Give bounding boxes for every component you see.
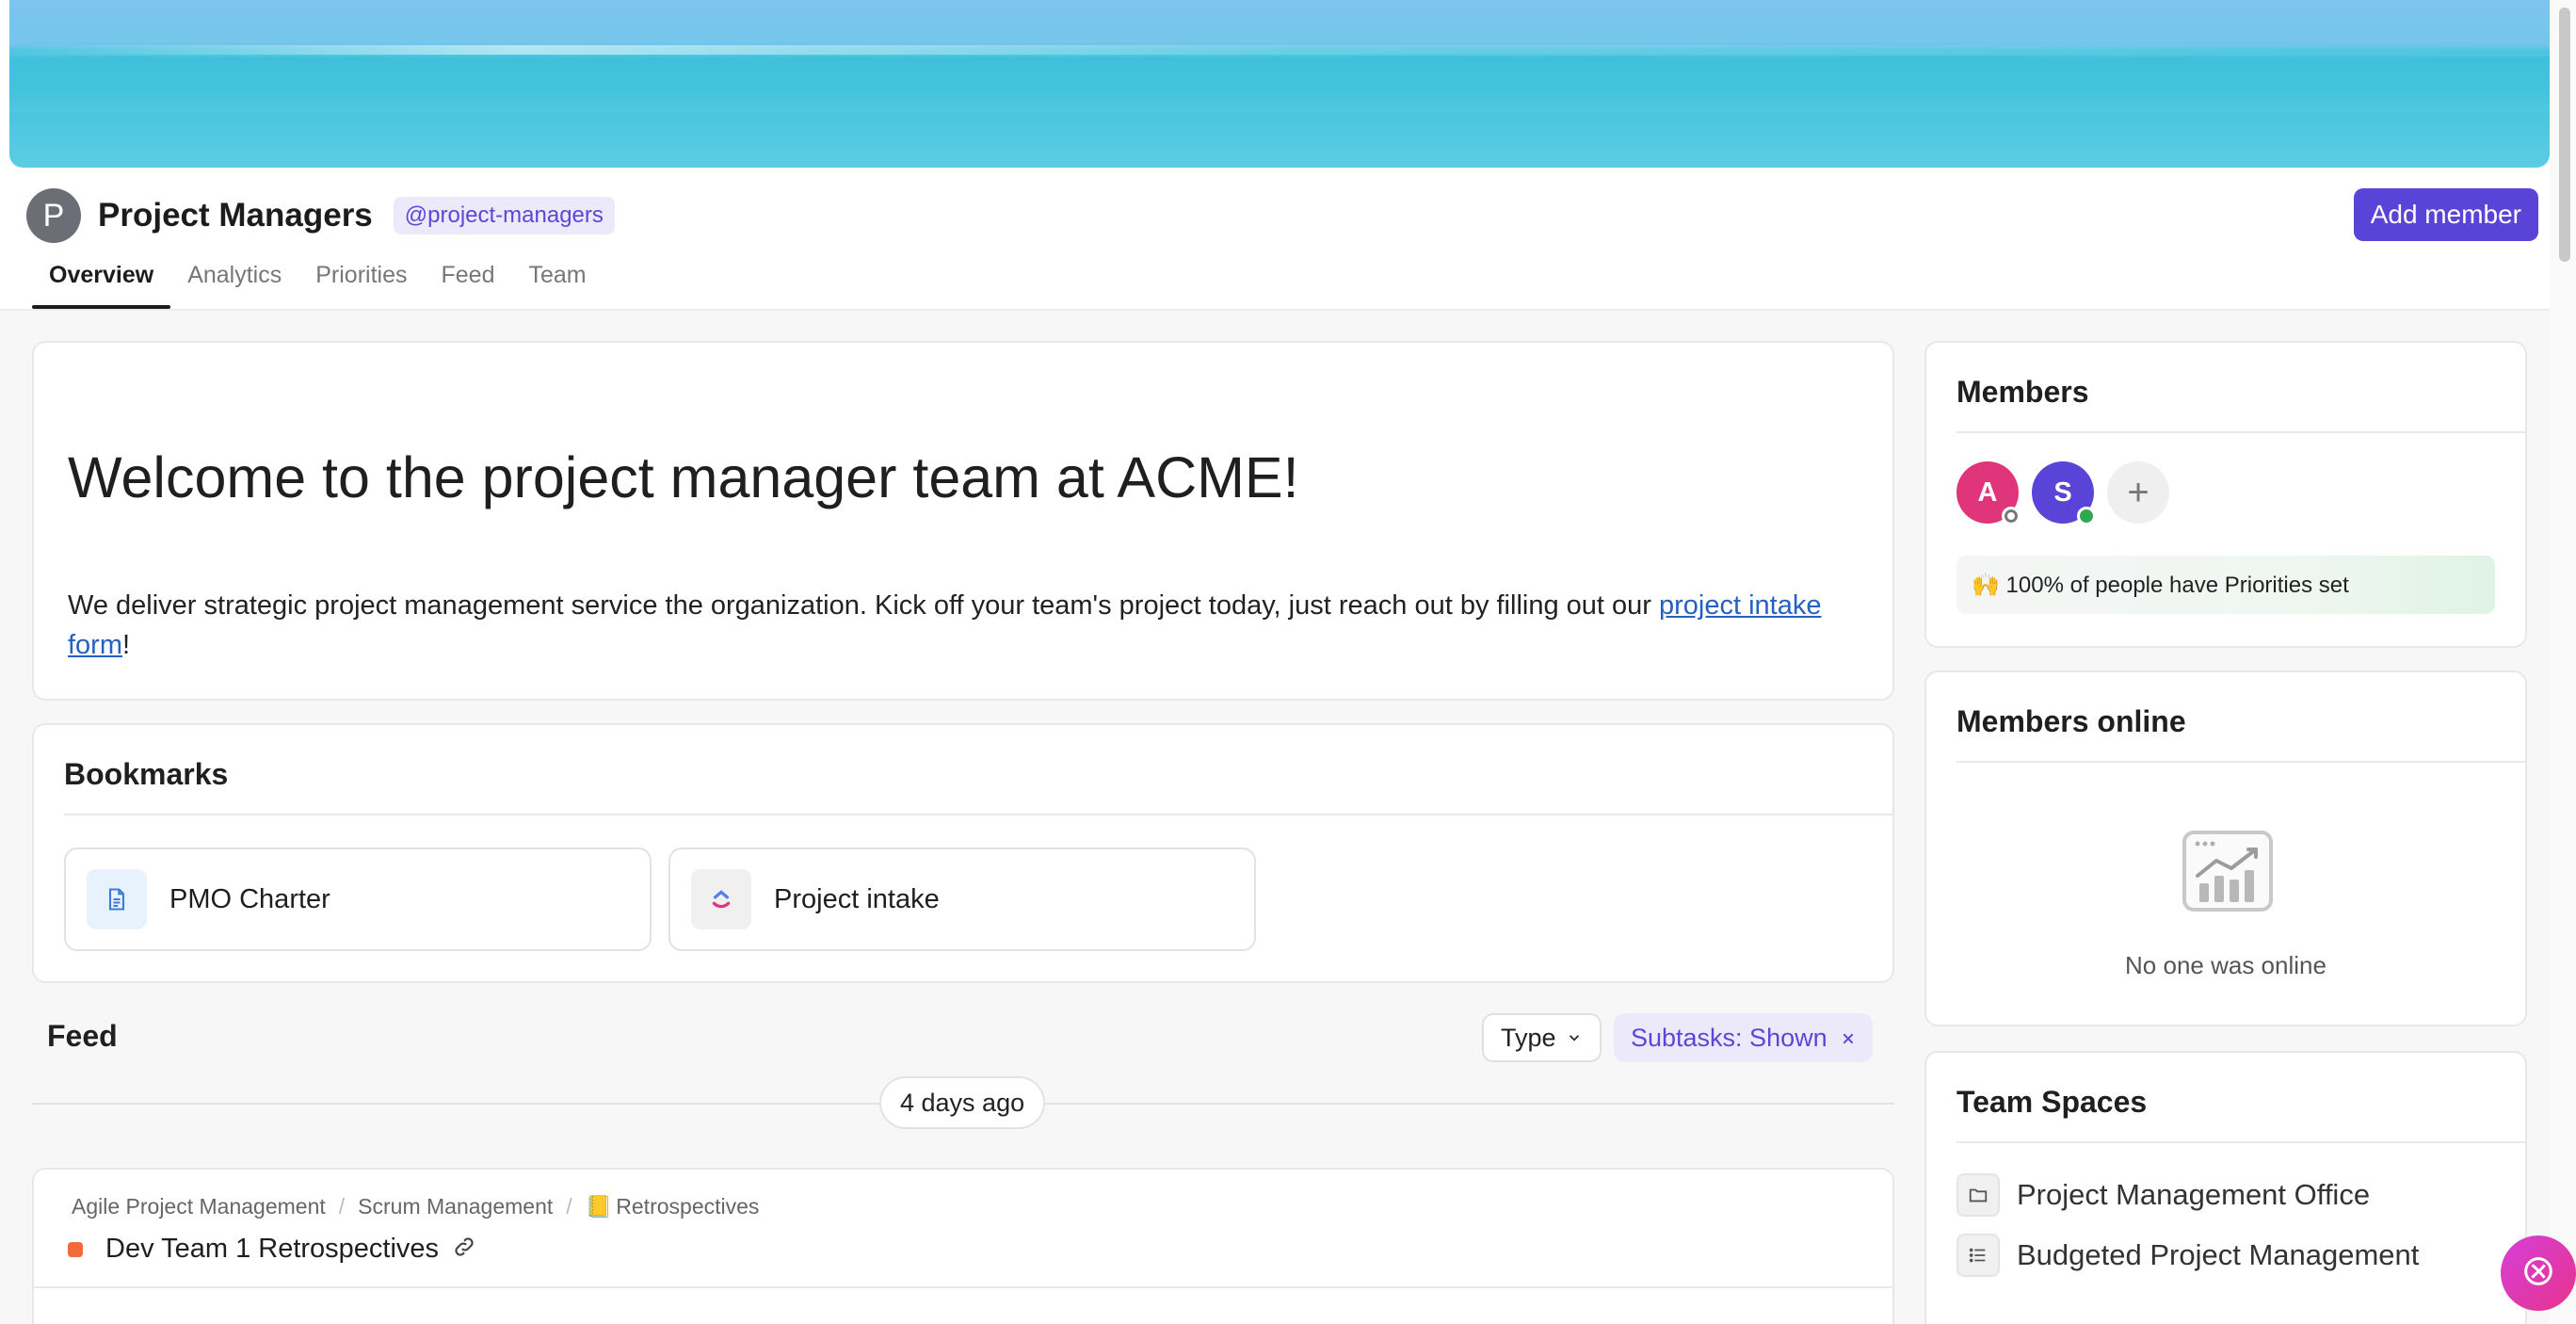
priorities-banner: 🙌 100% of people have Priorities set xyxy=(1956,556,2495,614)
welcome-card: Welcome to the project manager team at A… xyxy=(32,341,1894,701)
avatar-letter: A xyxy=(1977,476,1998,508)
team-spaces-card: Team Spaces Project Management Office Bu… xyxy=(1924,1051,2527,1324)
members-online-divider xyxy=(1956,761,2525,763)
notebook-emoji-icon: 📒 xyxy=(585,1194,613,1219)
breadcrumb: Agile Project Management / Scrum Managem… xyxy=(72,1194,759,1219)
bookmarks-divider xyxy=(64,814,1892,815)
space-item-budgeted-project-management[interactable]: Budgeted Project Management xyxy=(1956,1234,2419,1277)
members-card: Members A S + 🙌 100% of people have Prio… xyxy=(1924,341,2527,648)
avatar[interactable]: A xyxy=(1956,461,2021,525)
add-member-button[interactable]: Add member xyxy=(2353,188,2538,241)
bookmark-pmo-charter[interactable]: PMO Charter xyxy=(64,848,652,951)
online-status-icon xyxy=(2077,507,2096,525)
welcome-heading: Welcome to the project manager team at A… xyxy=(68,445,1299,509)
chevron-down-icon xyxy=(1566,1024,1583,1053)
breadcrumb-item[interactable]: Retrospectives xyxy=(616,1194,759,1219)
space-item-project-management-office[interactable]: Project Management Office xyxy=(1956,1173,2370,1217)
link-icon[interactable] xyxy=(452,1235,476,1264)
bookmarks-card: Bookmarks PMO Charter Project intake xyxy=(32,723,1894,983)
type-filter-dropdown[interactable]: Type xyxy=(1482,1013,1602,1062)
welcome-body: We deliver strategic project management … xyxy=(68,586,1859,665)
type-filter-label: Type xyxy=(1501,1023,1556,1052)
team-avatar[interactable]: P xyxy=(26,188,81,243)
task-name[interactable]: Dev Team 1 Retrospectives xyxy=(105,1234,439,1265)
feed-date-divider: 4 days ago xyxy=(879,1076,1046,1129)
tab-analytics[interactable]: Analytics xyxy=(170,252,298,309)
clickup-logo-icon xyxy=(691,869,751,929)
breadcrumb-item[interactable]: Agile Project Management xyxy=(72,1194,326,1219)
tab-priorities[interactable]: Priorities xyxy=(298,252,424,309)
bookmark-project-intake[interactable]: Project intake xyxy=(668,848,1256,951)
subtasks-filter-chip[interactable]: Subtasks: Shown xyxy=(1614,1013,1873,1062)
bookmarks-title: Bookmarks xyxy=(64,757,229,791)
team-spaces-title: Team Spaces xyxy=(1956,1085,2148,1119)
members-online-card: Members online No one was online xyxy=(1924,670,2527,1026)
members-online-title: Members online xyxy=(1956,704,2186,738)
space-label: Project Management Office xyxy=(2017,1178,2371,1211)
avatar-letter: S xyxy=(2053,476,2072,508)
scrollbar-thumb[interactable] xyxy=(2559,8,2570,262)
ai-assistant-button[interactable] xyxy=(2501,1235,2576,1311)
folder-icon xyxy=(1956,1173,2000,1217)
team-tabs: Overview Analytics Priorities Feed Team xyxy=(32,252,604,309)
no-one-online-text: No one was online xyxy=(2125,951,2326,979)
tab-team[interactable]: Team xyxy=(511,252,603,309)
team-name: Project Managers xyxy=(98,197,373,234)
page-scrollbar[interactable] xyxy=(2550,0,2576,1324)
bookmark-label: Project intake xyxy=(774,883,940,914)
add-member-icon[interactable]: + xyxy=(2107,461,2169,524)
team-handle[interactable]: @project-managers xyxy=(393,197,615,234)
close-icon[interactable] xyxy=(1841,1024,1856,1053)
welcome-body-end: ! xyxy=(122,630,131,660)
breadcrumb-separator: / xyxy=(566,1194,572,1219)
team-spaces-divider xyxy=(1956,1141,2525,1143)
cover-water xyxy=(9,57,2550,113)
chart-empty-icon xyxy=(2181,829,2275,913)
team-header: P Project Managers @project-managers Add… xyxy=(26,186,2538,245)
subtasks-filter-label: Subtasks: Shown xyxy=(1631,1023,1827,1052)
task-status-icon xyxy=(68,1241,83,1257)
feed-item[interactable]: Agile Project Management / Scrum Managem… xyxy=(32,1168,1894,1324)
team-cover-image xyxy=(9,0,2550,168)
breadcrumb-separator: / xyxy=(338,1194,346,1219)
feed-title: Feed xyxy=(47,1019,118,1053)
welcome-body-text: We deliver strategic project management … xyxy=(68,590,1659,621)
tab-feed[interactable]: Feed xyxy=(424,252,511,309)
task-row: Dev Team 1 Retrospectives xyxy=(68,1234,476,1265)
cover-horizon xyxy=(9,45,2550,55)
members-title: Members xyxy=(1956,375,2089,409)
offline-status-icon xyxy=(2002,507,2021,525)
ai-sparkle-icon xyxy=(2520,1252,2557,1295)
bookmark-label: PMO Charter xyxy=(169,883,330,914)
avatar[interactable]: S xyxy=(2032,461,2096,525)
members-divider xyxy=(1956,431,2525,433)
tab-overview[interactable]: Overview xyxy=(32,252,171,309)
feed-item-divider xyxy=(34,1286,1892,1288)
breadcrumb-item[interactable]: Scrum Management xyxy=(358,1194,553,1219)
list-icon xyxy=(1956,1234,2000,1277)
document-icon xyxy=(87,869,147,929)
space-label: Budgeted Project Management xyxy=(2017,1238,2420,1271)
